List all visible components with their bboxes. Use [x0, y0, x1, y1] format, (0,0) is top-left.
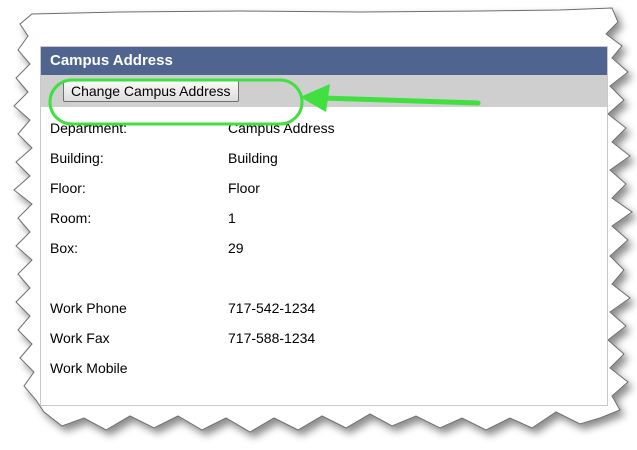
- field-label: Department:: [50, 120, 128, 136]
- address-details: Department: Campus Address Building: Bui…: [41, 107, 607, 383]
- change-campus-address-button[interactable]: Change Campus Address: [63, 80, 239, 102]
- field-label: Box:: [50, 240, 79, 256]
- field-row-building: Building: Building: [41, 143, 607, 173]
- campus-address-panel: Campus Address Change Campus Address Dep…: [40, 46, 608, 406]
- field-value: 29: [228, 240, 244, 256]
- field-row-box: Box: 29: [41, 233, 607, 263]
- field-row-work-phone: Work Phone 717-542-1234: [41, 293, 607, 323]
- field-row-room: Room: 1: [41, 203, 607, 233]
- field-label: Building:: [50, 150, 104, 166]
- field-label: Floor:: [50, 180, 86, 196]
- field-row-work-fax: Work Fax 717-588-1234: [41, 323, 607, 353]
- panel-title: Campus Address: [41, 47, 607, 75]
- field-row-department: Department: Campus Address: [41, 113, 607, 143]
- field-value: 717-542-1234: [228, 300, 316, 316]
- field-value: Campus Address: [228, 120, 335, 136]
- field-value: 717-588-1234: [228, 330, 316, 346]
- field-label: Work Mobile: [50, 360, 128, 376]
- field-row-floor: Floor: Floor: [41, 173, 607, 203]
- field-label: Room:: [50, 210, 92, 226]
- field-label: Work Phone: [50, 300, 127, 316]
- field-value: Building: [228, 150, 278, 166]
- field-label: Work Fax: [50, 330, 110, 346]
- field-value: 1: [228, 210, 236, 226]
- panel-toolbar: Change Campus Address: [41, 75, 607, 107]
- field-row-work-mobile: Work Mobile: [41, 353, 607, 383]
- field-value: Floor: [228, 180, 260, 196]
